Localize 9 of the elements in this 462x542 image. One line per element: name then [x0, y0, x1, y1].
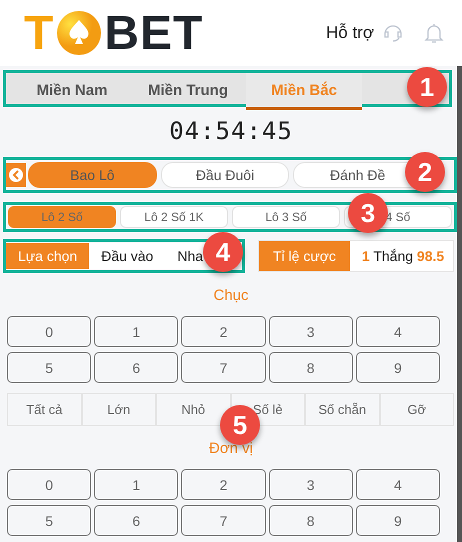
- logo: T BET: [24, 6, 204, 60]
- callout-tooltip: 4: [203, 232, 243, 272]
- callout-tooltip: 2: [405, 152, 445, 192]
- section-title: Đơn vị: [208, 440, 253, 457]
- odds-label: Tỉ lệ cược: [259, 241, 350, 271]
- section-title: Chục: [213, 287, 249, 304]
- callout-tooltip: 3: [348, 193, 388, 233]
- odds-value: 1 Thắng 98.5: [360, 247, 444, 266]
- countdown-timer: 04:54:45: [169, 117, 293, 145]
